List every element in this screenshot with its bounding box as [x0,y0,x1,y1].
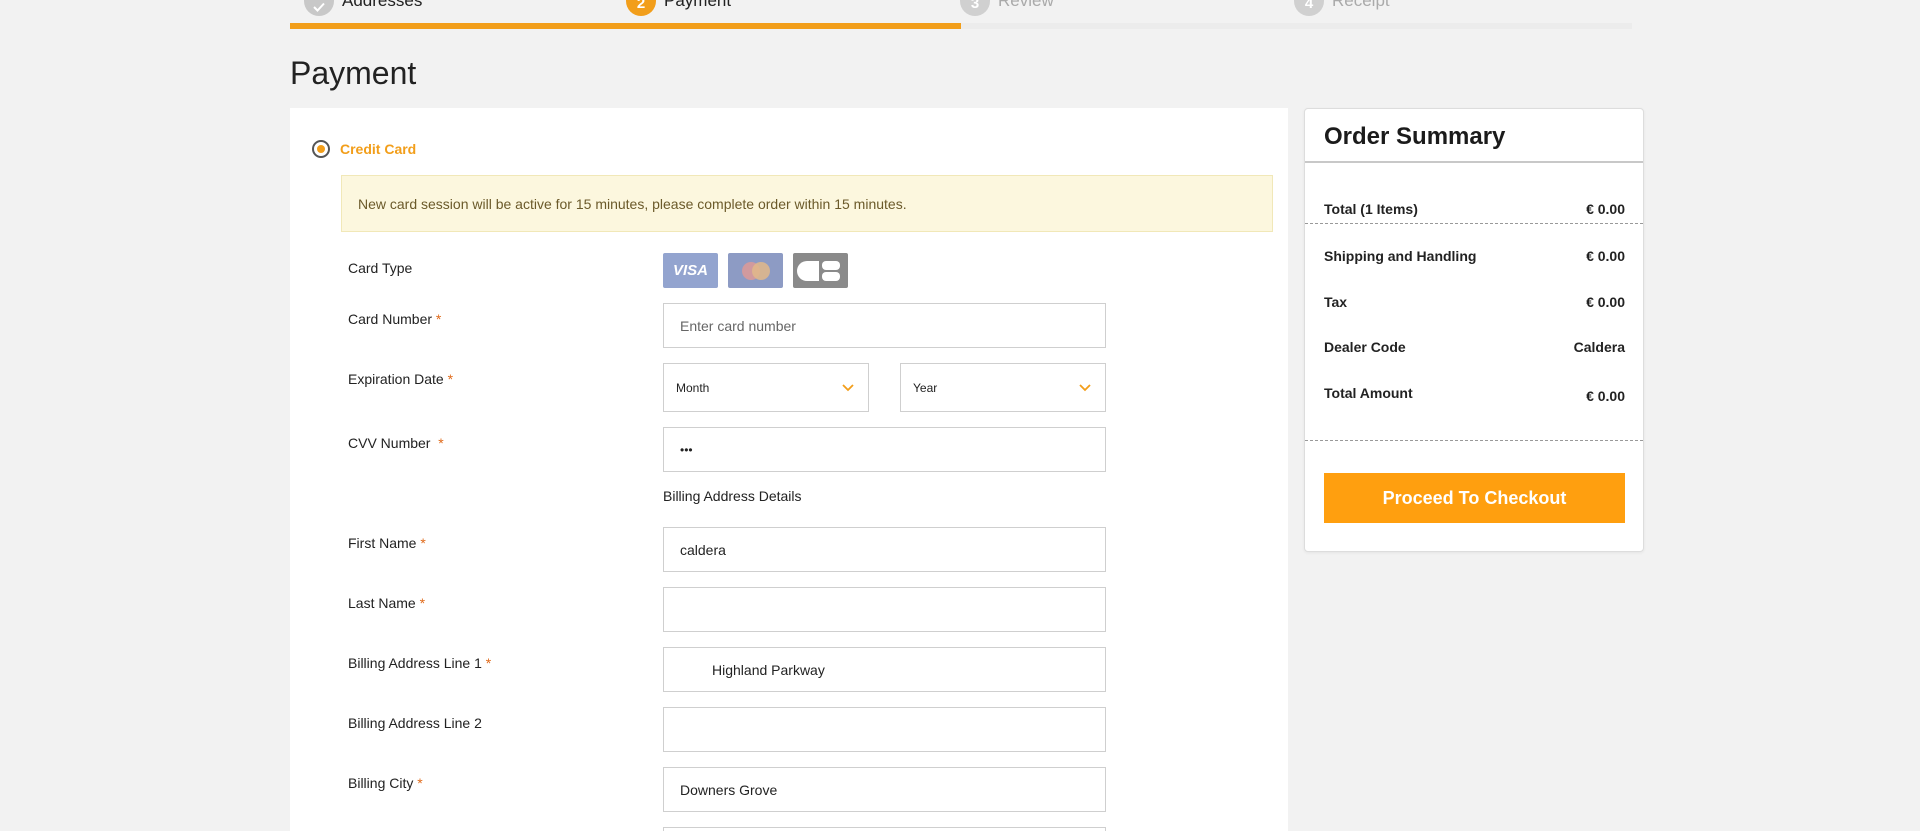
step-3-circle: 3 [960,0,990,16]
progress-fill [290,23,961,29]
last-name-label: Last Name * [348,595,426,611]
step-label: Payment [664,0,732,10]
progress-track [290,23,1632,29]
order-summary-title: Order Summary [1324,123,1506,150]
payment-method-label: Credit Card [340,141,417,157]
summary-row-shipping: Shipping and Handling € 0.00 [1324,248,1625,264]
radio-dot [317,145,325,153]
year-select[interactable]: Year [900,363,1106,412]
step-addresses[interactable]: Addresses [304,0,423,16]
payment-form-card: Credit Card New card session will be act… [290,108,1288,831]
last-name-input[interactable] [663,587,1106,632]
card-type-options: VISA [663,253,848,288]
next-field-input[interactable] [663,827,1106,831]
step-4-circle: 4 [1294,0,1324,16]
step-label: Addresses [342,0,423,10]
first-name-label: First Name * [348,535,426,551]
billing-address-heading: Billing Address Details [663,488,802,504]
first-name-input[interactable]: caldera [663,527,1106,572]
step-payment: 2 Payment [626,0,732,16]
order-summary-card: Order Summary Total (1 Items) € 0.00 Ship… [1304,108,1644,552]
cb-icon[interactable] [793,253,848,288]
step-review: 3 Review [960,0,1054,16]
month-select-value: Month [676,380,710,395]
visa-icon[interactable]: VISA [663,253,718,288]
card-type-label: Card Type [348,260,413,276]
step-label: Receipt [1332,0,1390,10]
summary-dashed-divider [1305,440,1643,441]
address-line-2-input[interactable] [663,707,1106,752]
card-number-label: Card Number * [348,311,442,327]
summary-row-total-amount: Total Amount € 0.00 [1324,385,1625,404]
year-select-value: Year [913,380,938,395]
cvv-input[interactable]: ••• [663,427,1106,472]
billing-city-input[interactable]: Downers Grove [663,767,1106,812]
proceed-to-checkout-button[interactable]: Proceed To Checkout [1324,473,1625,523]
summary-dashed-divider [1305,223,1643,224]
cvv-label: CVV Number * [348,435,444,451]
step-1-circle [304,0,334,16]
credit-card-radio[interactable] [312,140,330,158]
summary-divider [1305,161,1643,163]
card-number-input[interactable]: Enter card number [663,303,1106,348]
summary-row-tax: Tax € 0.00 [1324,294,1625,310]
payment-method-credit-card[interactable]: Credit Card [312,140,416,158]
address-line-2-label: Billing Address Line 2 [348,715,482,731]
summary-row-total-items: Total (1 Items) € 0.00 [1324,201,1625,217]
expiration-date-label: Expiration Date * [348,371,454,387]
session-notice: New card session will be active for 15 m… [341,175,1273,232]
mastercard-icon[interactable] [728,253,783,288]
checkout-stepper: Addresses 2 Payment 3 Review 4 Receipt [290,0,1632,30]
step-label: Review [998,0,1054,10]
step-2-circle: 2 [626,0,656,16]
month-select[interactable]: Month [663,363,869,412]
address-line-1-label: Billing Address Line 1 * [348,655,492,671]
address-line-1-input[interactable]: Highland Parkway [663,647,1106,692]
billing-city-label: Billing City * [348,775,423,791]
step-receipt: 4 Receipt [1294,0,1390,16]
chevron-down-icon [842,383,854,391]
page-title: Payment [290,55,417,91]
summary-row-dealer-code: Dealer Code Caldera [1324,339,1625,355]
check-icon [313,2,325,12]
chevron-down-icon [1079,383,1091,391]
